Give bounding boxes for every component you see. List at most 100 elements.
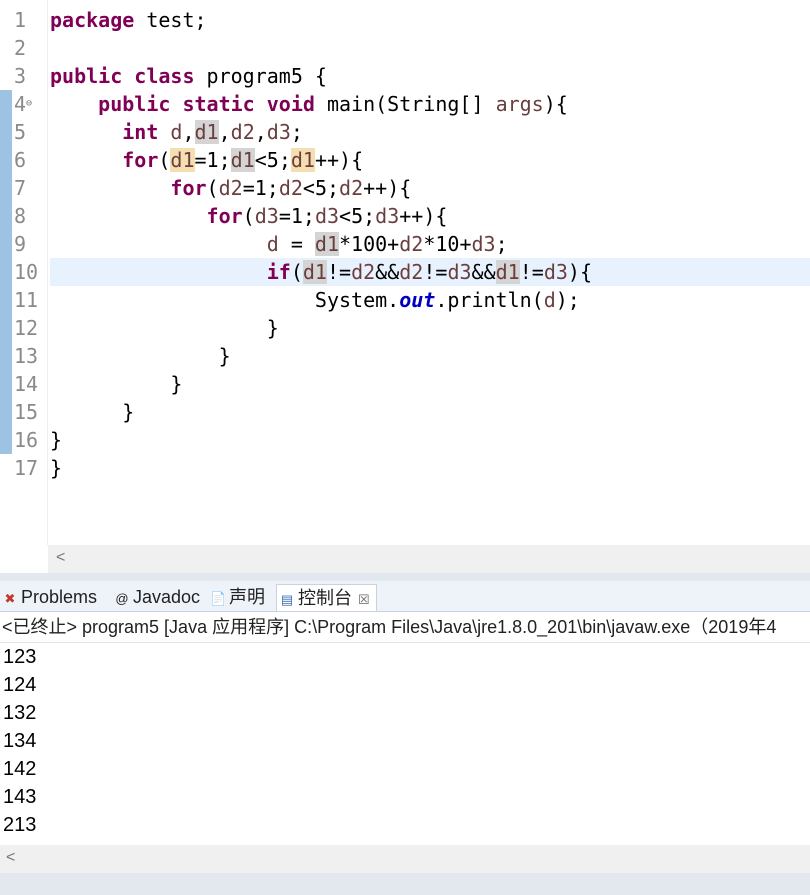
tab-label: 声明 — [229, 587, 265, 607]
code-line[interactable]: } — [50, 426, 810, 454]
console-output: 123124132134142143213214 — [0, 643, 810, 845]
console-horizontal-scrollbar[interactable]: < — [0, 845, 810, 873]
code-token: d — [543, 288, 556, 312]
code-line[interactable]: } — [50, 314, 810, 342]
code-token: d3 — [254, 204, 279, 228]
line-number: 9 — [14, 232, 27, 256]
code-line[interactable]: for(d2=1;d2<5;d2++){ — [50, 174, 810, 202]
code-token: d1 — [302, 260, 327, 284]
tab-declaration[interactable]: 📄 声明 — [210, 584, 265, 610]
line-number: 16 — [14, 428, 39, 452]
line-number: 15 — [14, 400, 39, 424]
code-line[interactable]: public class program5 { — [50, 62, 810, 90]
tab-javadoc[interactable]: @ Javadoc — [114, 584, 200, 610]
code-line[interactable]: } — [50, 398, 810, 426]
close-icon[interactable]: ☒ — [358, 592, 370, 607]
code-token: != — [423, 260, 448, 284]
code-token: d2 — [278, 176, 303, 200]
line-number: 12 — [14, 316, 39, 340]
code-token: d1 — [194, 120, 219, 144]
code-token: if — [266, 260, 291, 284]
code-token: <5; — [254, 148, 291, 172]
code-token: ++){ — [314, 148, 364, 172]
editor-horizontal-scrollbar[interactable]: < — [48, 545, 810, 573]
code-token: int — [122, 120, 159, 144]
code-token: d1 — [230, 148, 255, 172]
scroll-left-icon[interactable]: < — [6, 849, 15, 867]
code-token: for — [122, 148, 159, 172]
code-token: out — [399, 288, 436, 312]
code-line[interactable]: } — [50, 342, 810, 370]
code-line[interactable]: for(d3=1;d3<5;d3++){ — [50, 202, 810, 230]
code-line[interactable]: package test; — [50, 6, 810, 34]
javadoc-icon: @ — [115, 591, 129, 606]
code-token: void — [266, 92, 315, 116]
code-token: , — [182, 120, 195, 144]
code-line[interactable]: d = d1*100+d2*10+d3; — [50, 230, 810, 258]
line-number: 1 — [14, 8, 27, 32]
code-token: d3 — [471, 232, 496, 256]
code-line[interactable]: if(d1!=d2&&d2!=d3&&d1!=d3){ — [50, 258, 810, 286]
code-line[interactable]: for(d1=1;d1<5;d1++){ — [50, 146, 810, 174]
code-token: } — [50, 400, 135, 424]
status-bar — [0, 873, 810, 895]
code-token: d2 — [399, 232, 424, 256]
code-line[interactable]: System.out.println(d); — [50, 286, 810, 314]
code-token: ++){ — [399, 204, 448, 228]
code-token: =1; — [194, 148, 231, 172]
code-token: d1 — [170, 148, 195, 172]
code-area[interactable]: package test; public class program5 { pub… — [50, 6, 810, 482]
code-token: static — [182, 92, 255, 116]
code-token: System. — [50, 288, 400, 312]
line-number: 17 — [14, 456, 39, 480]
line-number: 2 — [14, 36, 27, 60]
code-token: d3 — [543, 260, 568, 284]
code-token: main(String[] — [314, 92, 496, 116]
code-token: *10+ — [423, 232, 472, 256]
scroll-left-icon[interactable]: < — [56, 549, 65, 567]
code-line[interactable]: } — [50, 454, 810, 482]
code-token: d3 — [375, 204, 400, 228]
code-token: <5; — [302, 176, 340, 200]
bottom-panel-tabs: ✖ Problems @ Javadoc 📄 声明 ▤ 控制台 ☒ — [0, 581, 810, 612]
code-token: != — [326, 260, 352, 284]
code-line[interactable]: } — [50, 370, 810, 398]
console-output-line: 123 — [3, 646, 37, 668]
code-line[interactable]: int d,d1,d2,d3; — [50, 118, 810, 146]
code-token: } — [50, 456, 63, 480]
code-token: public — [98, 92, 171, 116]
line-number: 14 — [14, 372, 39, 396]
code-editor[interactable]: 1 2 3 4⊖ 5 6 7 8 9 10 11 12 13 14 15 16 17 package test;… — [0, 0, 810, 545]
code-token: , — [254, 120, 267, 144]
tab-label: Problems — [21, 587, 98, 607]
fold-toggle-icon[interactable]: ⊖ — [26, 98, 32, 109]
code-line[interactable] — [50, 34, 810, 62]
code-line[interactable]: public static void main(String[] args){ — [50, 90, 810, 118]
panel-divider[interactable] — [0, 573, 810, 581]
console-output-line: 134 — [3, 730, 37, 752]
code-token: d — [266, 232, 279, 256]
change-ruler — [0, 90, 12, 454]
line-number: 4⊖ — [14, 92, 33, 116]
code-token: d2 — [218, 176, 243, 200]
problems-icon: ✖ — [4, 591, 16, 606]
code-token: && — [375, 260, 400, 284]
code-token: ( — [242, 204, 255, 228]
code-token: d1 — [314, 232, 340, 256]
console-output-line: 142 — [3, 758, 37, 780]
tab-label: 控制台 — [298, 588, 352, 608]
code-token: } — [50, 428, 63, 452]
code-token: ( — [158, 148, 171, 172]
code-token: d2 — [399, 260, 424, 284]
code-token: d3 — [266, 120, 291, 144]
code-token: =1; — [278, 204, 315, 228]
tab-console[interactable]: ▤ 控制台 ☒ — [276, 584, 377, 611]
code-token: program5 { — [194, 64, 327, 88]
tab-problems[interactable]: ✖ Problems — [2, 584, 97, 610]
line-number: 6 — [14, 148, 27, 172]
code-token: test; — [134, 8, 207, 32]
